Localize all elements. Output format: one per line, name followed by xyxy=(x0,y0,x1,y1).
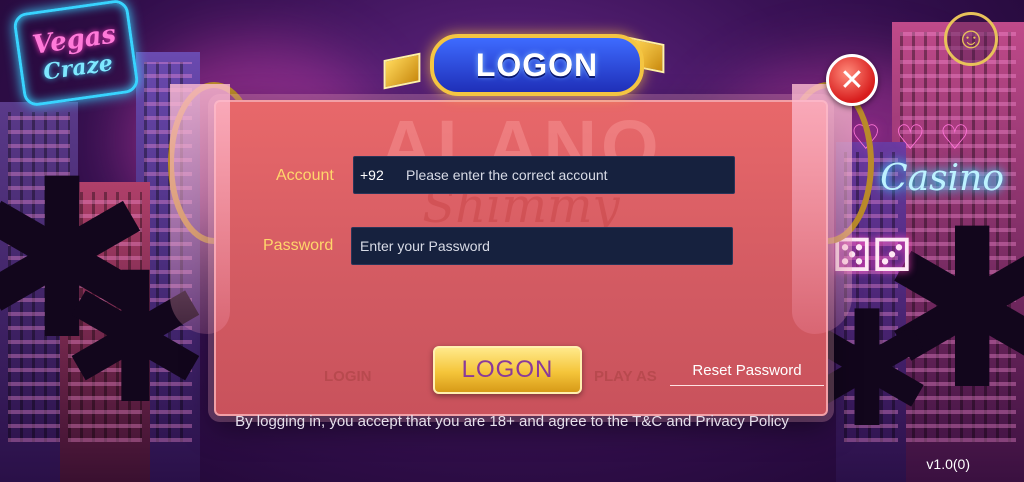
curtain-right xyxy=(792,84,852,334)
casino-sign: Casino xyxy=(880,158,1004,199)
country-code-prefix[interactable]: +92 xyxy=(354,167,398,183)
password-field[interactable] xyxy=(351,227,733,265)
face-icon[interactable]: ☺ xyxy=(944,12,998,66)
version-label: v1.0(0) xyxy=(926,456,970,472)
logon-button[interactable]: LOGON xyxy=(433,346,582,394)
account-input[interactable] xyxy=(398,167,734,183)
terms-notice: By logging in, you accept that you are 1… xyxy=(235,413,789,430)
vegas-craze-sign: Vegas Craze xyxy=(12,0,140,108)
password-input[interactable] xyxy=(352,238,732,254)
ghost-login-text: LOGIN xyxy=(324,368,372,385)
password-label: Password xyxy=(263,237,334,254)
page-title: LOGON xyxy=(475,46,599,83)
reset-password-link[interactable]: Reset Password xyxy=(670,362,824,386)
title-badge: LOGON xyxy=(430,34,644,96)
close-icon: ✕ xyxy=(839,63,865,97)
ghost-play-text: PLAY AS xyxy=(594,368,657,385)
account-field[interactable]: +92 xyxy=(353,156,735,194)
account-label: Account xyxy=(276,167,334,184)
curtain-left xyxy=(170,84,230,334)
close-button[interactable]: ✕ xyxy=(826,54,878,106)
